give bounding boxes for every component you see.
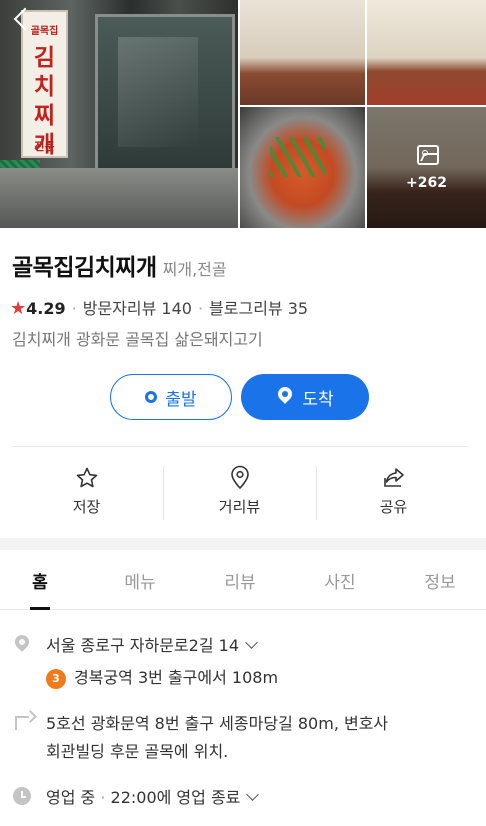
start-button[interactable]: 출발: [110, 374, 232, 420]
star-outline-icon: [9, 456, 164, 490]
directions-line-1: 5호선 광화문역 8번 출구 세종마당길 80m, 변호사: [46, 714, 389, 733]
photo-thumbnail[interactable]: [367, 0, 486, 105]
photo-thumbnail[interactable]: [240, 0, 365, 105]
photo-detail: [0, 168, 238, 228]
photo-thumbnail-food[interactable]: [240, 107, 365, 228]
address-value: 서울 종로구 자하문로2길 14: [46, 636, 239, 655]
separator-dot: ·: [71, 299, 77, 318]
clock-icon: [12, 786, 32, 806]
rating-score: 4.29: [26, 299, 66, 318]
share-label: 공유: [379, 498, 408, 516]
directions-line-2: 회관빌딩 후문 골목에 위치.: [46, 742, 229, 761]
photo-overlay: [367, 107, 486, 228]
origin-icon: [145, 391, 158, 403]
metro-text: 경복궁역 3번 출구에서 108m: [74, 668, 279, 687]
sign-text-bottom: 전문: [34, 140, 55, 153]
arrive-button-label: 도착: [302, 389, 334, 410]
arrive-button[interactable]: 도착: [241, 374, 369, 420]
image-icon: [417, 145, 439, 165]
destination-pin-icon: [276, 387, 294, 407]
closing-time: 22:00에 영업 종료: [110, 788, 241, 807]
location-pin-icon: [12, 632, 32, 655]
share-button[interactable]: 공유: [316, 456, 471, 530]
chevron-down-icon[interactable]: [246, 788, 260, 801]
rating-row: ★4.29 · 방문자리뷰 140 · 블로그리뷰 35: [10, 295, 308, 319]
tab-menu[interactable]: 메뉴: [100, 568, 180, 593]
photo-gallery: 골목집 김치찌개 전문 +262: [0, 0, 486, 228]
separator-dot: ·: [95, 788, 111, 807]
divider: [12, 446, 468, 447]
back-icon[interactable]: [6, 4, 36, 38]
hours-text: 영업 중 · 22:00에 영업 종료: [46, 784, 260, 808]
open-status: 영업 중: [46, 788, 96, 807]
active-tab-indicator: [30, 607, 50, 610]
street-view-label: 거리뷰: [218, 498, 261, 516]
tab-info[interactable]: 정보: [400, 568, 480, 593]
metro-line-badge: 3: [46, 669, 66, 689]
save-button[interactable]: 저장: [9, 456, 164, 530]
save-label: 저장: [72, 498, 101, 516]
blog-reviews-link[interactable]: 블로그리뷰 35: [209, 299, 308, 318]
tab-bar: 홈 메뉴 리뷰 사진 정보: [0, 550, 486, 610]
action-row: 저장 거리뷰 공유: [0, 456, 486, 530]
metro-text-row: 3 경복궁역 3번 출구에서 108m: [46, 664, 278, 689]
star-icon: ★: [10, 298, 27, 319]
place-description: 김치찌개 광화문 골목집 삶은돼지고기: [12, 330, 263, 349]
chevron-down-icon[interactable]: [245, 636, 258, 649]
place-category: 찌개,전골: [162, 260, 227, 279]
photo-more-button[interactable]: +262: [367, 107, 486, 228]
directions-icon: [12, 712, 32, 732]
photo-more-count: +262: [406, 175, 447, 191]
separator-dot: ·: [197, 299, 204, 318]
location-outline-icon: [162, 456, 317, 490]
photo-detail: [95, 14, 235, 174]
place-name: 골목집김치찌개: [12, 255, 157, 281]
street-view-button[interactable]: 거리뷰: [162, 456, 317, 530]
section-divider: [0, 538, 486, 550]
visitor-reviews-link[interactable]: 방문자리뷰 140: [83, 299, 192, 318]
tab-home[interactable]: 홈: [0, 568, 80, 593]
share-icon: [316, 456, 471, 490]
address-text: 서울 종로구 자하문로2길 14: [46, 632, 258, 656]
place-title-row: 골목집김치찌개 찌개,전골: [12, 248, 227, 282]
tab-reviews[interactable]: 리뷰: [200, 568, 280, 593]
tab-photos[interactable]: 사진: [300, 568, 380, 593]
start-button-label: 출발: [165, 389, 197, 410]
